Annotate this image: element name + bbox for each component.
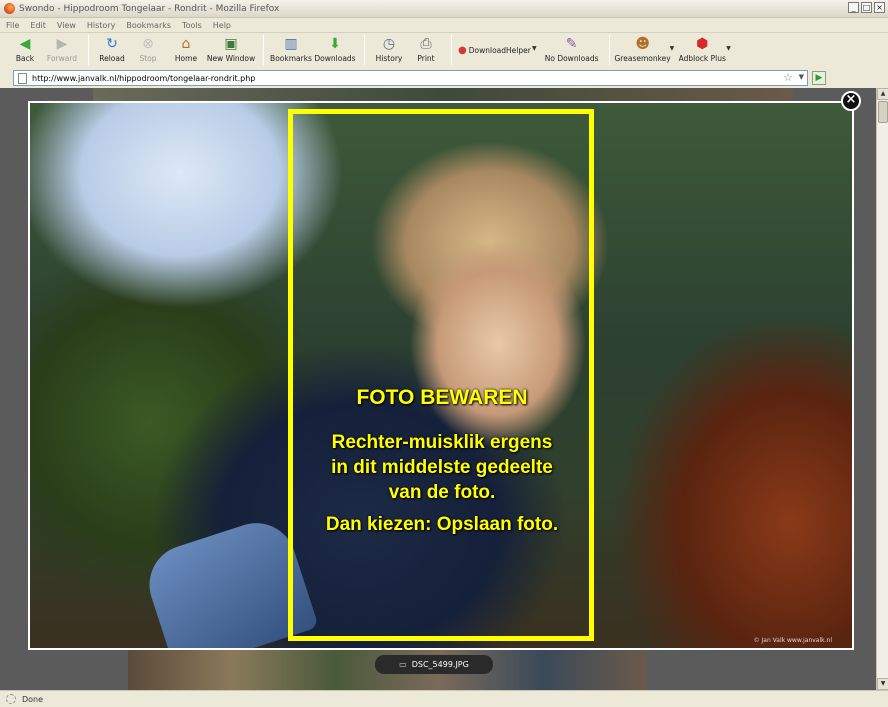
vertical-scrollbar[interactable]: ▲ ▼ xyxy=(876,88,888,690)
status-loading-icon xyxy=(6,694,16,704)
downloadhelper-dropdown-icon[interactable]: ▼ xyxy=(532,45,537,52)
toolbar-separator xyxy=(263,35,264,65)
address-bar-row: http://www.janvalk.nl/hippodroom/tongela… xyxy=(0,68,888,88)
filename-caption: ▭ DSC_5499.JPG xyxy=(375,655,493,674)
menu-file[interactable]: File xyxy=(6,21,19,30)
back-arrow-icon: ◀ xyxy=(19,36,31,52)
adblock-dropdown-icon[interactable]: ▼ xyxy=(726,45,731,52)
back-label: Back xyxy=(15,54,35,63)
url-input[interactable]: http://www.janvalk.nl/hippodroom/tongela… xyxy=(13,70,808,86)
scrollbar-thumb[interactable] xyxy=(878,101,888,123)
history-label: History xyxy=(375,54,403,63)
toolbar-separator xyxy=(88,35,89,65)
history-clock-icon: ◷ xyxy=(382,36,396,52)
downloadhelper-button[interactable]: ● DownloadHelper xyxy=(458,33,532,67)
bookmark-star-icon[interactable]: ☆ xyxy=(783,71,793,84)
status-text: Done xyxy=(22,694,44,704)
filename-text: DSC_5499.JPG xyxy=(411,660,469,669)
reload-icon: ↻ xyxy=(106,36,118,52)
downloads-button[interactable]: ⬇ Downloads xyxy=(312,33,358,67)
menu-view[interactable]: View xyxy=(57,21,76,30)
url-dropdown-icon[interactable]: ▼ xyxy=(799,73,804,81)
greasemonkey-icon: ☻ xyxy=(635,36,650,52)
firefox-logo-icon xyxy=(4,3,15,14)
stop-icon: ⊗ xyxy=(142,36,154,52)
page-content: FOTO BEWAREN Rechter-muisklik ergens in … xyxy=(0,88,876,690)
back-button[interactable]: ◀ Back xyxy=(8,33,42,67)
history-button[interactable]: ◷ History xyxy=(371,33,407,67)
bookmarks-icon: ▥ xyxy=(284,36,298,52)
no-downloads-label: No Downloads xyxy=(544,54,599,63)
maximize-button[interactable]: □ xyxy=(861,2,872,13)
toolbar-separator xyxy=(451,35,452,65)
greasemonkey-dropdown-icon[interactable]: ▼ xyxy=(670,45,675,52)
status-bar: Done xyxy=(0,690,888,707)
downloadhelper-label: DownloadHelper xyxy=(468,45,531,55)
reload-button[interactable]: ↻ Reload xyxy=(95,33,129,67)
menu-bookmarks[interactable]: Bookmarks xyxy=(126,21,171,30)
close-icon: × xyxy=(845,92,857,107)
home-button[interactable]: ⌂ Home xyxy=(167,33,205,67)
greasemonkey-button[interactable]: ☻ Greasemonkey xyxy=(614,33,671,67)
navigation-toolbar: ◀ Back ▶ Forward ↻ Reload ⊗ Stop ⌂ Home … xyxy=(0,32,888,68)
menu-bar: File Edit View History Bookmarks Tools H… xyxy=(0,18,888,32)
new-window-label: New Window xyxy=(206,54,256,63)
print-label: Print xyxy=(417,54,435,63)
downloads-icon: ⬇ xyxy=(329,36,341,52)
menu-edit[interactable]: Edit xyxy=(30,21,46,30)
scroll-down-arrow[interactable]: ▼ xyxy=(877,678,888,690)
url-text: http://www.janvalk.nl/hippodroom/tongela… xyxy=(32,73,256,83)
home-icon: ⌂ xyxy=(181,36,191,52)
page-icon xyxy=(18,72,27,84)
reload-label: Reload xyxy=(99,54,125,63)
save-instructions: FOTO BEWAREN Rechter-muisklik ergens in … xyxy=(294,386,590,536)
menu-history[interactable]: History xyxy=(87,21,115,30)
close-window-button[interactable]: × xyxy=(874,2,885,13)
instruction-line-3: van de foto. xyxy=(388,482,496,503)
no-downloads-icon: ✎ xyxy=(565,36,578,52)
adblock-label: Adblock Plus xyxy=(678,54,726,63)
forward-label: Forward xyxy=(46,54,78,63)
lightbox: FOTO BEWAREN Rechter-muisklik ergens in … xyxy=(28,101,854,650)
lightbox-photo[interactable]: FOTO BEWAREN Rechter-muisklik ergens in … xyxy=(30,103,852,648)
toolbar-separator xyxy=(364,35,365,65)
downloads-label: Downloads xyxy=(314,54,356,63)
photo-copyright: © Jan Valk www.janvalk.nl xyxy=(753,637,832,644)
menu-tools[interactable]: Tools xyxy=(182,21,202,30)
instruction-line-2: in dit middelste gedeelte xyxy=(331,457,553,478)
downloadhelper-icon: ● xyxy=(458,44,467,56)
scroll-up-arrow[interactable]: ▲ xyxy=(877,88,888,100)
title-bar: Swondo - Hippodroom Tongelaar - Rondrit … xyxy=(0,0,888,18)
stop-button[interactable]: ⊗ Stop xyxy=(129,33,167,67)
instruction-line-4: Dan kiezen: Opslaan foto. xyxy=(325,514,559,535)
window-controls: _ □ × xyxy=(848,2,885,13)
print-button[interactable]: ⎙ Print xyxy=(407,33,445,67)
new-window-icon: ▣ xyxy=(224,36,238,52)
instruction-line-1: Rechter-muisklik ergens xyxy=(331,432,553,453)
minimize-button[interactable]: _ xyxy=(848,2,859,13)
printer-icon: ⎙ xyxy=(420,36,432,52)
save-area-frame xyxy=(288,109,594,641)
new-window-button[interactable]: ▣ New Window xyxy=(205,33,257,67)
forward-button[interactable]: ▶ Forward xyxy=(42,33,82,67)
stop-label: Stop xyxy=(139,54,157,63)
bookmarks-button[interactable]: ▥ Bookmarks xyxy=(270,33,312,67)
adblock-stop-icon: ⬢ xyxy=(696,36,709,52)
home-label: Home xyxy=(174,54,198,63)
no-downloads-button[interactable]: ✎ No Downloads xyxy=(541,33,603,67)
bookmarks-label: Bookmarks xyxy=(270,54,312,63)
instruction-heading: FOTO BEWAREN xyxy=(356,386,528,409)
window-title: Swondo - Hippodroom Tongelaar - Rondrit … xyxy=(19,3,280,14)
image-file-icon: ▭ xyxy=(399,660,407,669)
lightbox-close-button[interactable]: × xyxy=(841,91,861,111)
toolbar-separator xyxy=(608,35,610,65)
forward-arrow-icon: ▶ xyxy=(56,36,68,52)
menu-help[interactable]: Help xyxy=(213,21,231,30)
go-button[interactable]: ▶ xyxy=(812,71,826,85)
adblock-button[interactable]: ⬢ Adblock Plus xyxy=(678,33,726,67)
background-image-strip xyxy=(93,88,793,102)
greasemonkey-label: Greasemonkey xyxy=(614,54,671,63)
